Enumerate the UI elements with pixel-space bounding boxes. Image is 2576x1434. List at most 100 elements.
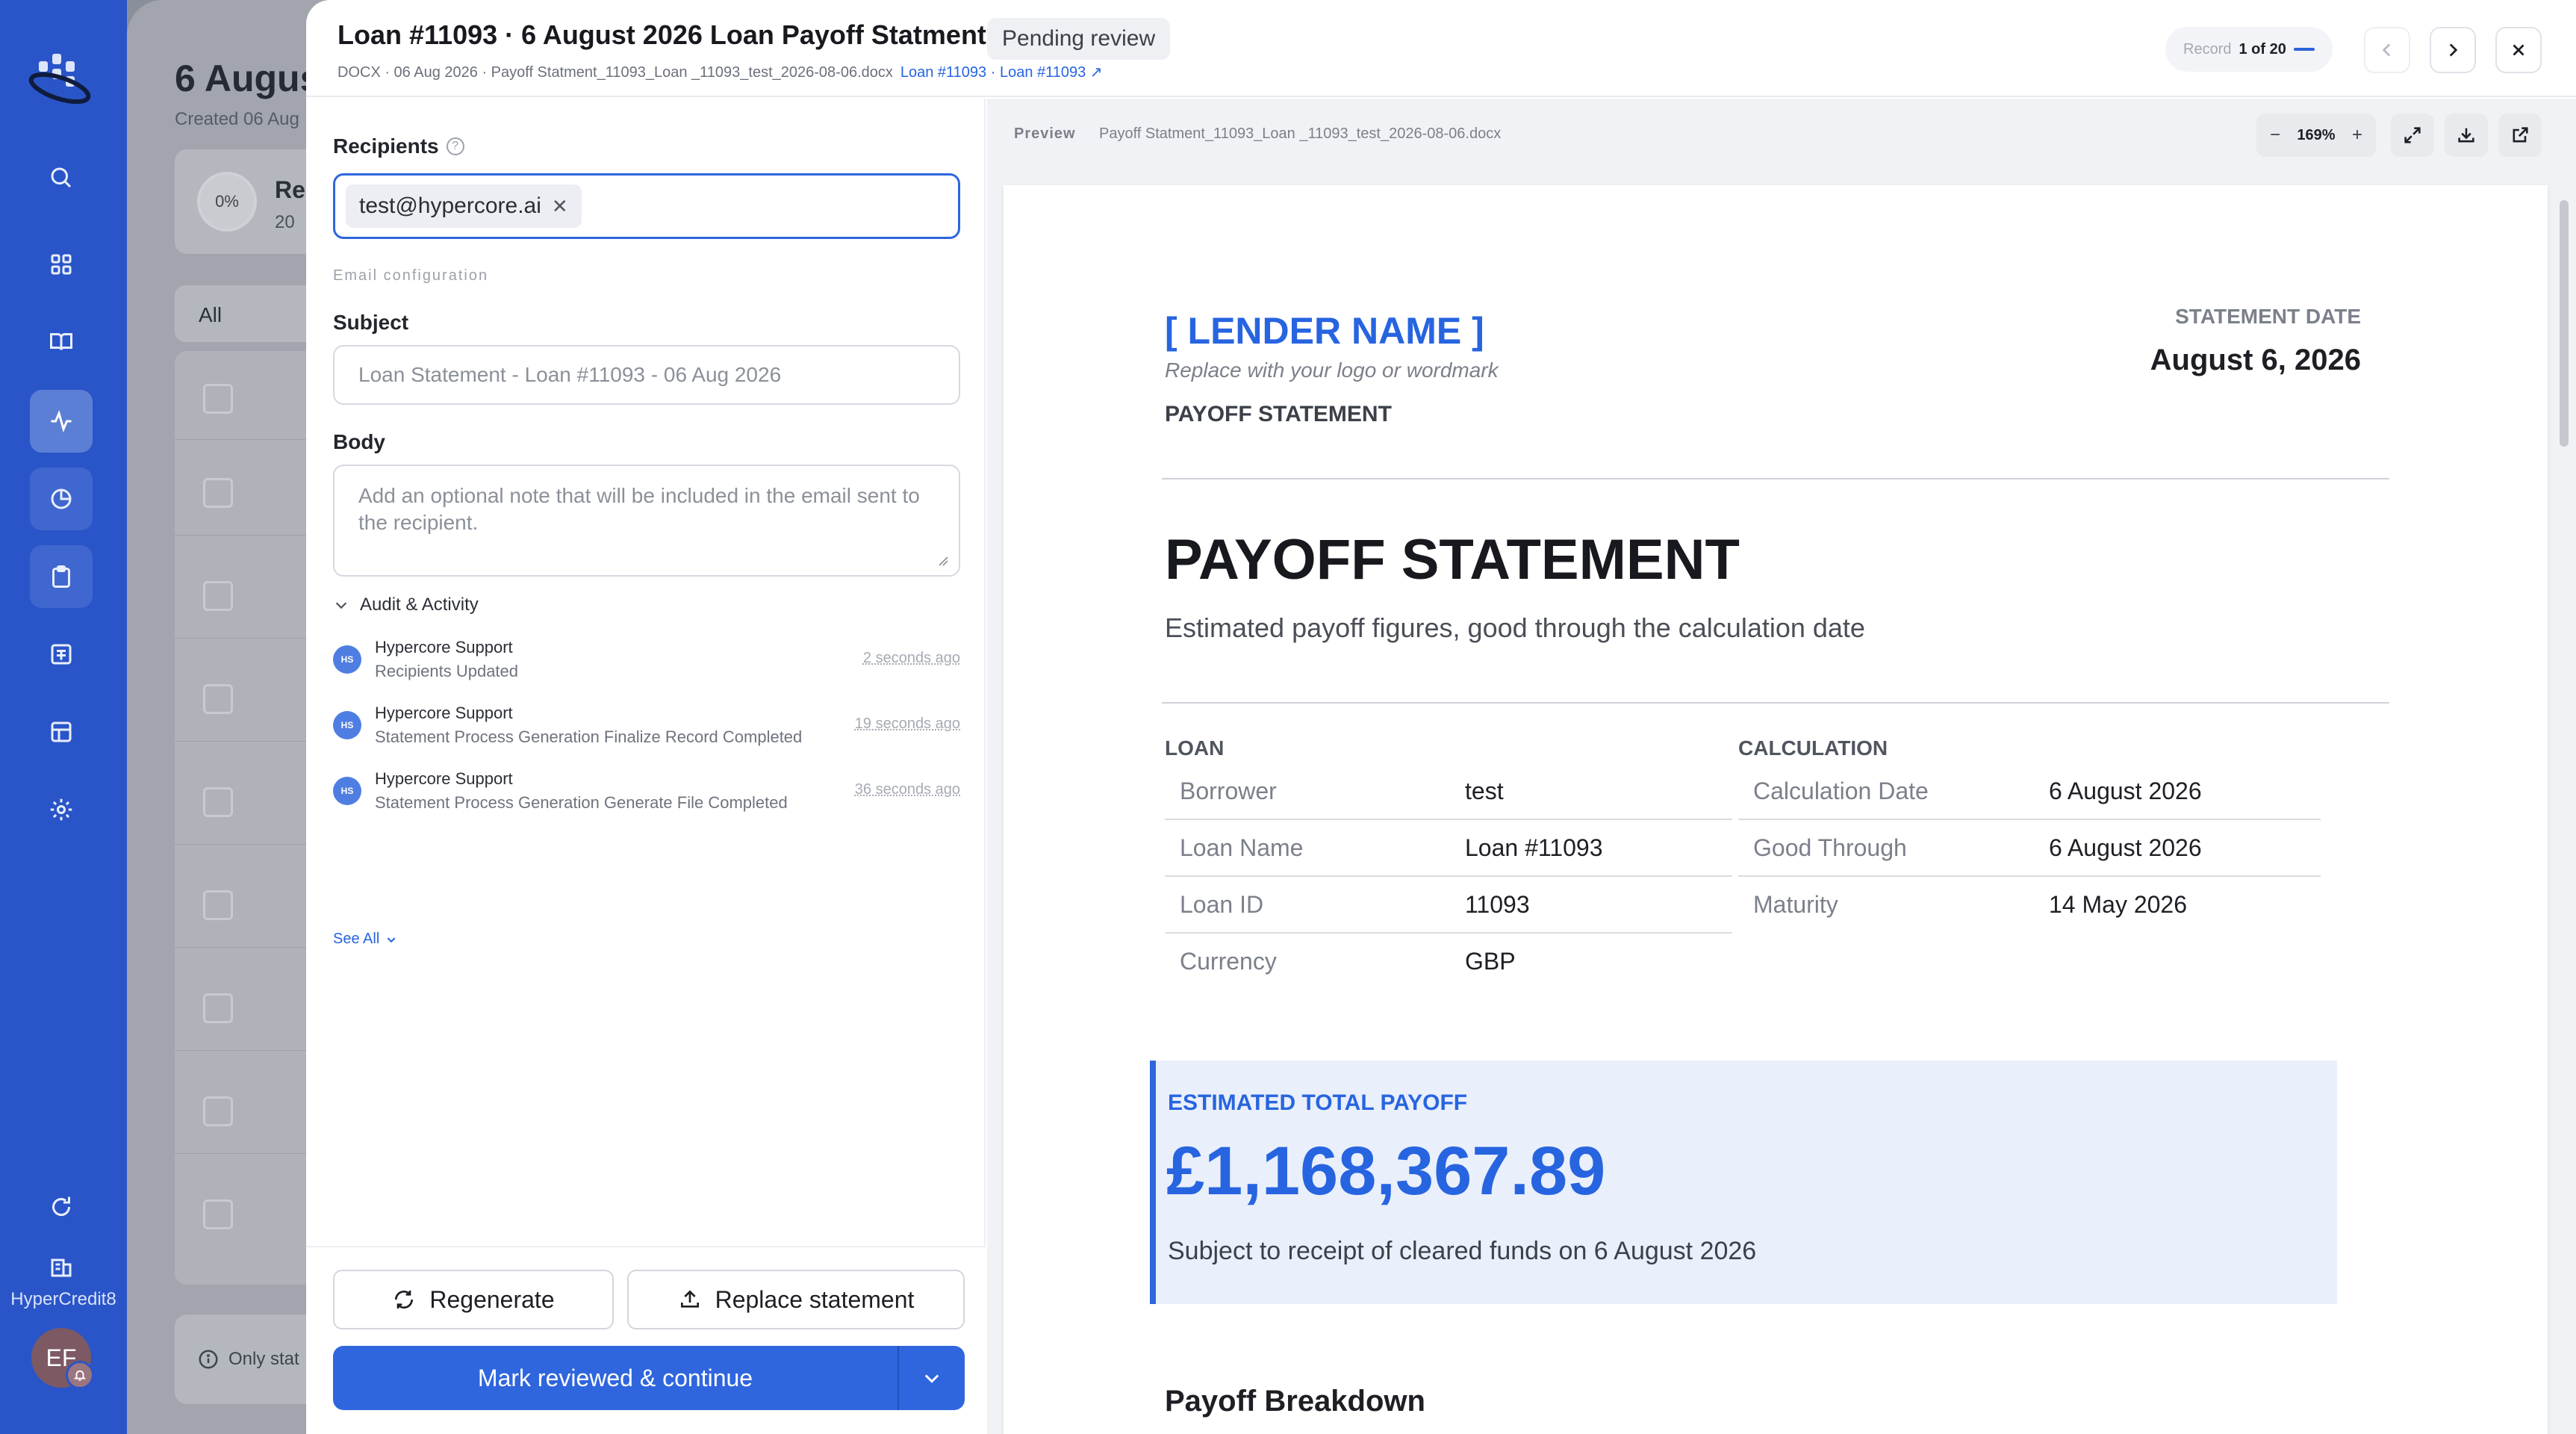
previous-record-button[interactable] — [2364, 27, 2410, 73]
app-logo[interactable] — [25, 48, 97, 111]
payoff-breakdown-heading: Payoff Breakdown — [1165, 1385, 1425, 1418]
body-textarea[interactable]: Add an optional note that will be includ… — [333, 465, 960, 577]
bg-card-title: Re — [275, 176, 305, 203]
loan-row-currency: Currency GBP — [1165, 934, 1732, 989]
preview-scrollbar[interactable] — [2557, 185, 2572, 1434]
scrollbar-thumb[interactable] — [2560, 200, 2569, 447]
record-progress-bar — [2293, 48, 2315, 51]
statement-date-label: STATEMENT DATE — [2175, 305, 2361, 328]
document-preview-panel: Preview Payoff Statment_11093_Loan _1109… — [987, 99, 2576, 1434]
ledger-nav-button[interactable] — [30, 623, 93, 686]
preview-label: Preview — [1014, 125, 1076, 142]
gear-icon — [48, 796, 75, 823]
statement-review-modal: Loan #11093 · 6 August 2026 Loan Payoff … — [306, 0, 2576, 1434]
loan-row-name: Loan Name Loan #11093 — [1165, 820, 1732, 875]
grid-icon — [48, 251, 75, 278]
replace-statement-button[interactable]: Replace statement — [627, 1270, 965, 1329]
field-value: 6 August 2026 — [2049, 834, 2202, 861]
more-actions-dropdown[interactable] — [899, 1346, 965, 1410]
activity-item: HS Hypercore Support Statement Process G… — [333, 704, 960, 763]
resize-grip-icon[interactable] — [938, 556, 948, 566]
reports-nav-button[interactable] — [30, 468, 93, 530]
calc-row-date: Calculation Date 6 August 2026 — [1738, 763, 2321, 819]
replace-label: Replace statement — [715, 1285, 915, 1313]
field-value: test — [1465, 777, 1504, 804]
body-label: Body — [333, 430, 385, 453]
status-badge: Pending review — [987, 18, 1171, 60]
zoom-in-button[interactable]: + — [2352, 125, 2362, 146]
file-meta-text: DOCX · 06 Aug 2026 · Payoff Statment_110… — [337, 64, 893, 81]
fullscreen-button[interactable] — [2391, 114, 2434, 157]
statement-date: August 6, 2026 — [2150, 344, 2361, 376]
chevron-down-icon — [333, 597, 349, 613]
bg-row-checkbox — [203, 384, 233, 414]
search-nav-button[interactable] — [30, 146, 93, 209]
tasks-nav-button[interactable] — [30, 545, 93, 608]
bg-row-checkbox — [203, 1096, 233, 1126]
close-modal-button[interactable] — [2495, 27, 2542, 73]
library-nav-button[interactable] — [30, 311, 93, 373]
search-icon — [48, 164, 75, 191]
activity-avatar: HS — [333, 777, 361, 805]
notification-bell-icon[interactable] — [66, 1361, 94, 1389]
help-icon[interactable]: ? — [446, 137, 464, 155]
field-label: Borrower — [1180, 777, 1277, 804]
expand-icon — [2402, 125, 2423, 146]
bg-row-checkbox — [203, 787, 233, 817]
subject-input[interactable]: Loan Statement - Loan #11093 - 06 Aug 20… — [333, 345, 960, 405]
estimated-payoff-callout: ESTIMATED TOTAL PAYOFF £1,168,367.89 Sub… — [1150, 1061, 2337, 1304]
remove-recipient-icon[interactable]: ✕ — [552, 195, 568, 218]
field-label: Currency — [1180, 947, 1277, 975]
field-label: Loan Name — [1180, 834, 1304, 861]
activity-avatar: HS — [333, 711, 361, 739]
audit-activity-toggle[interactable]: Audit & Activity — [333, 595, 479, 615]
activity-nav-button[interactable] — [30, 390, 93, 453]
divider — [1162, 702, 2389, 704]
field-value: 11093 — [1465, 890, 1530, 918]
activity-description: Statement Process Generation Finalize Re… — [375, 727, 803, 746]
activity-description: Recipients Updated — [375, 662, 519, 680]
bg-page-subtitle: Created 06 Aug — [175, 109, 299, 129]
app-sidebar: HyperCredit8 EF — [0, 0, 127, 1434]
body-placeholder: Add an optional note that will be includ… — [358, 484, 920, 534]
email-config-panel: Recipients ? test@hypercore.ai ✕ Email c… — [306, 99, 986, 1434]
zoom-out-button[interactable]: − — [2270, 125, 2280, 146]
activity-avatar: HS — [333, 645, 361, 674]
document-page: [ LENDER NAME ] Replace with your logo o… — [1004, 185, 2548, 1434]
regenerate-button[interactable]: Regenerate — [333, 1270, 614, 1329]
see-all-link[interactable]: See All — [333, 931, 397, 948]
pie-chart-icon — [48, 485, 75, 512]
bg-row-checkbox — [203, 890, 233, 920]
record-indicator: Record 1 of 20 — [2165, 27, 2333, 72]
zoom-control: − 169% + — [2256, 114, 2376, 157]
activity-time: 36 seconds ago — [854, 781, 960, 798]
field-value: 6 August 2026 — [2049, 777, 2202, 804]
open-external-button[interactable] — [2498, 114, 2542, 157]
field-value: 14 May 2026 — [2049, 890, 2188, 918]
loan-link[interactable]: Loan #11093 · Loan #11093 ↗ — [900, 64, 1103, 81]
settings-nav-button[interactable] — [30, 778, 93, 841]
field-label: Calculation Date — [1753, 777, 1929, 804]
activity-pulse-icon — [48, 408, 75, 435]
mark-reviewed-button[interactable]: Mark reviewed & continue — [333, 1346, 897, 1410]
document-kind: PAYOFF STATEMENT — [1165, 402, 1392, 426]
bg-row-checkbox — [203, 993, 233, 1023]
refresh-spark-icon — [48, 1194, 75, 1220]
workspace-name: HyperCredit8 — [10, 1289, 116, 1309]
activity-description: Statement Process Generation Generate Fi… — [375, 793, 788, 812]
table-nav-button[interactable] — [30, 701, 93, 763]
download-button[interactable] — [2445, 114, 2488, 157]
recipients-input[interactable]: test@hypercore.ai ✕ — [333, 173, 960, 239]
bg-row-checkbox — [203, 478, 233, 508]
loan-section-title: LOAN — [1165, 736, 1225, 760]
activity-actor: Hypercore Support — [375, 638, 513, 657]
download-icon — [2456, 125, 2477, 146]
zoom-level: 169% — [2297, 126, 2336, 143]
next-record-button[interactable] — [2430, 27, 2476, 73]
recipients-label: Recipients — [333, 134, 439, 158]
activity-actor: Hypercore Support — [375, 704, 513, 722]
record-label: Record — [2183, 40, 2232, 58]
dashboard-nav-button[interactable] — [30, 233, 93, 296]
refresh-nav-button[interactable] — [30, 1176, 93, 1238]
chevron-down-icon — [385, 934, 397, 946]
